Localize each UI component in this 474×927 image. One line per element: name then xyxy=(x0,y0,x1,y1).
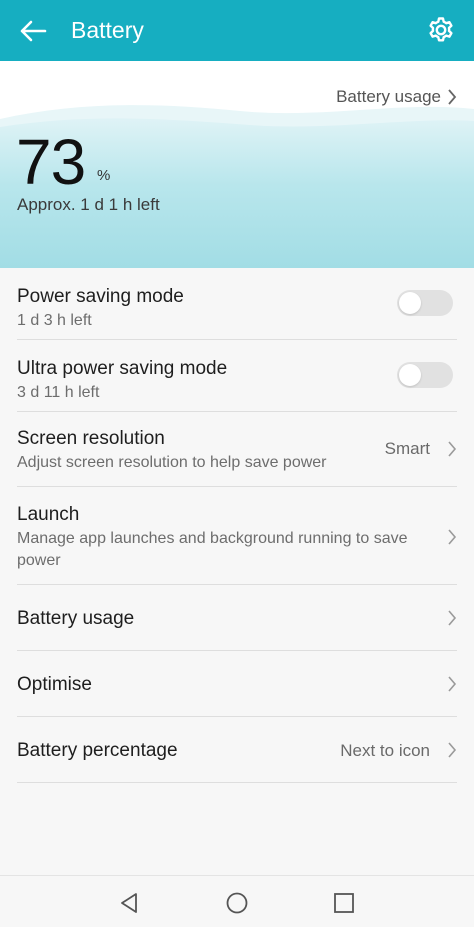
page-title: Battery xyxy=(71,17,144,43)
chevron-right-icon xyxy=(448,529,457,545)
battery-time-remaining: Approx. 1 d 1 h left xyxy=(17,195,160,214)
optimise-row[interactable]: Optimise xyxy=(17,651,457,717)
row-title: Battery percentage xyxy=(17,740,178,761)
app-bar: Battery xyxy=(0,0,474,61)
nav-recents-button[interactable] xyxy=(329,888,359,918)
chevron-right-icon xyxy=(448,742,457,758)
chevron-right-icon xyxy=(448,441,457,457)
battery-percent-value: 73 xyxy=(16,126,86,198)
chevron-right-icon xyxy=(448,676,457,692)
battery-settings-list: Power saving mode 1 d 3 h left Ultra pow… xyxy=(0,268,474,783)
row-subtitle: Adjust screen resolution to help save po… xyxy=(17,454,327,471)
triangle-back-icon xyxy=(121,893,137,913)
row-title: Power saving mode xyxy=(17,286,184,307)
battery-usage-link[interactable]: Battery usage xyxy=(336,87,457,107)
launch-row[interactable]: Launch Manage app launches and backgroun… xyxy=(17,487,457,585)
row-title: Battery usage xyxy=(17,608,135,629)
nav-home-button[interactable] xyxy=(222,888,252,918)
back-button[interactable] xyxy=(14,12,52,50)
battery-usage-link-label: Battery usage xyxy=(336,87,441,106)
arrow-left-icon xyxy=(20,20,47,42)
circle-home-icon xyxy=(226,892,248,914)
system-nav-bar xyxy=(0,875,474,927)
toggle-knob xyxy=(399,292,421,314)
row-title: Ultra power saving mode xyxy=(17,358,228,379)
settings-button[interactable] xyxy=(420,9,462,51)
gear-icon xyxy=(429,17,453,42)
battery-status-panel: Battery usage 73 % Approx. 1 d 1 h left xyxy=(0,61,474,268)
toggle-knob xyxy=(399,364,421,386)
battery-percent-sign: % xyxy=(97,167,111,184)
nav-back-button[interactable] xyxy=(114,888,144,918)
battery-usage-row[interactable]: Battery usage xyxy=(17,585,457,651)
row-subtitle: Manage app launches and background runni… xyxy=(17,530,408,569)
screen-resolution-value: Smart xyxy=(384,439,430,458)
power-saving-toggle[interactable] xyxy=(397,290,453,316)
ultra-power-saving-mode-row[interactable]: Ultra power saving mode 3 d 11 h left xyxy=(17,340,457,412)
power-saving-mode-row[interactable]: Power saving mode 1 d 3 h left xyxy=(17,268,457,340)
screen-resolution-row[interactable]: Screen resolution Adjust screen resoluti… xyxy=(17,412,457,487)
ultra-power-saving-toggle[interactable] xyxy=(397,362,453,388)
battery-percentage-value: Next to icon xyxy=(340,741,430,760)
row-subtitle: 3 d 11 h left xyxy=(17,384,100,401)
chevron-right-icon xyxy=(448,89,457,105)
row-title: Launch xyxy=(17,504,80,525)
row-title: Screen resolution xyxy=(17,428,165,449)
chevron-right-icon xyxy=(448,610,457,626)
row-title: Optimise xyxy=(17,674,92,695)
square-recents-icon xyxy=(334,893,354,913)
battery-percentage-row[interactable]: Battery percentage Next to icon xyxy=(17,717,457,783)
row-subtitle: 1 d 3 h left xyxy=(17,312,92,329)
